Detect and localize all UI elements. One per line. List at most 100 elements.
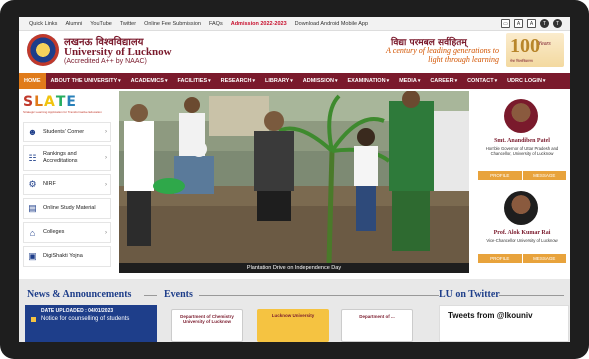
- governor-buttons: PROFILE MESSAGE: [478, 171, 566, 180]
- nav-facilities[interactable]: FACILITIES ▾: [172, 73, 215, 89]
- slate-letter: S: [23, 94, 35, 110]
- chevron-down-icon: ▾: [542, 78, 546, 84]
- slate-banner[interactable]: SLATE Strategic Learning Application for…: [23, 94, 111, 114]
- twitter-title: LU on Twitter: [439, 289, 500, 300]
- digishakti-icon: ▣: [28, 251, 37, 261]
- nav-facilities-label: FACILITIES: [177, 78, 208, 84]
- nav-udrc-login[interactable]: UDRC LOGIN ▾: [502, 73, 550, 89]
- vc-buttons: PROFILE MESSAGE: [478, 254, 566, 263]
- nav-examination-label: EXAMINATION: [347, 78, 386, 84]
- nav-home[interactable]: HOME: [19, 73, 46, 89]
- chevron-down-icon: ▾: [118, 78, 121, 84]
- quick-links[interactable]: Quick Links: [29, 21, 57, 27]
- nav-media[interactable]: MEDIA ▾: [394, 73, 425, 89]
- android-app-link[interactable]: Download Android Mobile App: [295, 21, 368, 27]
- governor-role: Hon'ble Governor of Uttar Pradesh and Ch…: [485, 146, 559, 156]
- ranking-icon: ☷: [28, 152, 37, 163]
- nav-admission-label: ADMISSION: [302, 78, 334, 84]
- sidebar-item-nirf[interactable]: ⚙ NIRF ›: [23, 174, 111, 195]
- nav-admission[interactable]: ADMISSION ▾: [298, 73, 343, 89]
- language-icon[interactable]: T: [540, 19, 549, 28]
- accreditation: (Accredited A++ by NAAC): [64, 58, 147, 65]
- twitter-widget[interactable]: Tweets from @lkouniv: [439, 305, 569, 342]
- news-item[interactable]: Notice for counselling of students: [41, 316, 129, 322]
- sidebar-item-colleges[interactable]: ⌂ Colleges ›: [23, 222, 111, 243]
- chevron-down-icon: ▾: [417, 78, 421, 84]
- divider: [199, 295, 439, 296]
- main-nav: HOME ABOUT THE UNIVERSITY ▾ ACADEMICS ▾ FA…: [19, 73, 570, 89]
- chevron-down-icon: ▾: [164, 78, 168, 84]
- contrast-icon[interactable]: A: [527, 19, 536, 28]
- chevron-down-icon: ▾: [454, 78, 458, 84]
- university-name: University of Lucknow: [64, 46, 172, 58]
- profile-button[interactable]: PROFILE: [478, 254, 522, 263]
- tagline: A century of leading generations to ligh…: [386, 46, 499, 64]
- event-card[interactable]: Lucknow University: [257, 309, 329, 342]
- event-card[interactable]: Department of Chemistry University of Lu…: [171, 309, 243, 342]
- sidebar-item-online-study[interactable]: ▤ Online Study Material: [23, 198, 111, 219]
- nav-udrc-label: UDRC LOGIN: [507, 78, 542, 84]
- university-logo[interactable]: [27, 34, 59, 66]
- news-panel[interactable]: DATE UPLOADED : 04/01/2023 Notice for co…: [25, 305, 157, 342]
- slate-letter: T: [55, 94, 67, 110]
- event-card[interactable]: Department of ...: [341, 309, 413, 342]
- sidebar-item-digishakti[interactable]: ▣ DigiShakti Yojna: [23, 246, 111, 267]
- youtube-link[interactable]: YouTube: [90, 21, 112, 27]
- nav-academics[interactable]: ACADEMICS ▾: [126, 73, 173, 89]
- sidebar-item-label: Rankings and Accreditations: [43, 151, 78, 164]
- sidebar-item-label: Students' Corner: [43, 128, 85, 135]
- slider-image[interactable]: [119, 91, 469, 263]
- vice-chancellor-avatar: [504, 191, 538, 225]
- fee-link[interactable]: Online Fee Submission: [144, 21, 201, 27]
- sidebar-item-rankings[interactable]: ☷ Rankings and Accreditations ›: [23, 145, 111, 171]
- nav-library[interactable]: LIBRARY ▾: [260, 73, 298, 89]
- left-sidebar: SLATE Strategic Learning Application for…: [23, 91, 115, 271]
- translate-icon[interactable]: T: [553, 19, 562, 28]
- chevron-right-icon: ›: [105, 129, 107, 135]
- sidebar-item-label: Colleges: [43, 229, 65, 235]
- nav-contact[interactable]: CONTACT ▾: [462, 73, 502, 89]
- nav-about-label: ABOUT THE UNIVERSITY: [50, 78, 118, 84]
- book-icon: ▤: [28, 203, 37, 213]
- slate-letter: A: [44, 94, 56, 110]
- message-button[interactable]: MESSAGE: [522, 171, 566, 180]
- nav-about[interactable]: ABOUT THE UNIVERSITY ▾: [46, 73, 126, 89]
- slate-letter: L: [34, 94, 45, 110]
- governor-name: Smt. Anandiben Patel: [494, 138, 550, 144]
- students-icon: ☻: [27, 127, 38, 137]
- chevron-down-icon: ▾: [252, 78, 256, 84]
- nav-career-label: CAREER: [430, 78, 454, 84]
- centenary-sub: मेधा विश्वविद्यालय: [510, 59, 533, 63]
- event-title: Department of Chemistry University of Lu…: [180, 314, 234, 324]
- admission-link[interactable]: Admission 2022-2023: [231, 21, 287, 27]
- profile-button[interactable]: PROFILE: [478, 171, 522, 180]
- message-button[interactable]: MESSAGE: [522, 254, 566, 263]
- topbar-icons: ▭ A A T T: [501, 19, 562, 28]
- slate-logo: SLATE: [23, 94, 77, 110]
- vc-role: Vice-Chancellor University of Lucknow: [486, 238, 558, 243]
- event-title: Lucknow University: [271, 313, 315, 318]
- font-size-icon[interactable]: A: [514, 19, 523, 28]
- nav-career[interactable]: CAREER ▾: [425, 73, 462, 89]
- nirf-icon: ⚙: [28, 179, 37, 189]
- bullet-icon: [31, 317, 36, 322]
- centenary-label: Years: [538, 41, 551, 47]
- screen-reader-icon[interactable]: ▭: [501, 19, 510, 28]
- alumni-link[interactable]: Alumni: [65, 21, 82, 27]
- nav-examination[interactable]: EXAMINATION ▾: [342, 73, 394, 89]
- events-title: Events: [164, 289, 193, 300]
- chevron-down-icon: ▾: [494, 78, 498, 84]
- nav-research-label: RESEARCH: [220, 78, 252, 84]
- right-panel: Smt. Anandiben Patel Hon'ble Governor of…: [478, 91, 566, 271]
- twitter-link[interactable]: Twitter: [120, 21, 136, 27]
- nav-library-label: LIBRARY: [265, 78, 290, 84]
- sidebar-item-label: Online Study Material: [43, 205, 96, 211]
- twitter-feed-title: Tweets from @lkouniv: [448, 311, 533, 320]
- divider: [144, 295, 157, 296]
- faq-link[interactable]: FAQs: [209, 21, 223, 27]
- chevron-down-icon: ▾: [386, 78, 390, 84]
- nav-research[interactable]: RESEARCH ▾: [216, 73, 260, 89]
- nav-contact-label: CONTACT: [467, 78, 494, 84]
- sidebar-item-students-corner[interactable]: ☻ Students' Corner ›: [23, 122, 111, 142]
- utility-bar: Quick Links Alumni YouTube Twitter Onlin…: [19, 17, 570, 31]
